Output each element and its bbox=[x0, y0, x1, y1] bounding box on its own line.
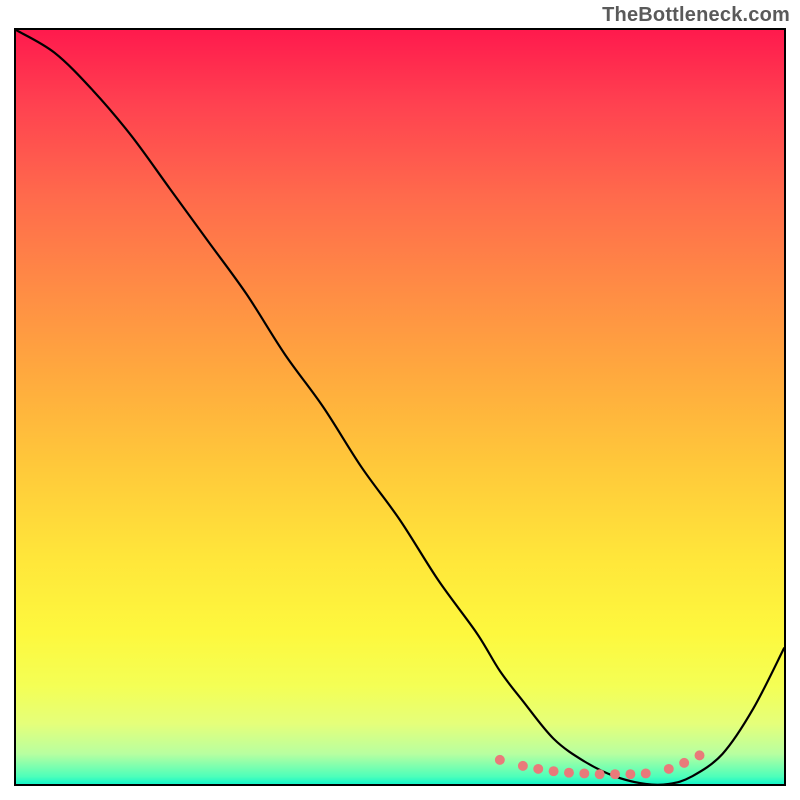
marker-point bbox=[664, 764, 674, 774]
flat-region-markers bbox=[495, 750, 705, 779]
plot-area bbox=[14, 28, 786, 786]
curve-svg bbox=[16, 30, 784, 784]
marker-point bbox=[695, 750, 705, 760]
chart-container: TheBottleneck.com bbox=[0, 0, 800, 800]
bottleneck-curve bbox=[16, 30, 784, 784]
marker-point bbox=[564, 768, 574, 778]
marker-point bbox=[518, 761, 528, 771]
marker-point bbox=[641, 768, 651, 778]
marker-point bbox=[533, 764, 543, 774]
marker-point bbox=[625, 769, 635, 779]
marker-point bbox=[595, 769, 605, 779]
watermark-label: TheBottleneck.com bbox=[602, 4, 790, 27]
marker-point bbox=[495, 755, 505, 765]
marker-point bbox=[610, 769, 620, 779]
marker-point bbox=[549, 766, 559, 776]
marker-point bbox=[579, 768, 589, 778]
marker-point bbox=[679, 758, 689, 768]
